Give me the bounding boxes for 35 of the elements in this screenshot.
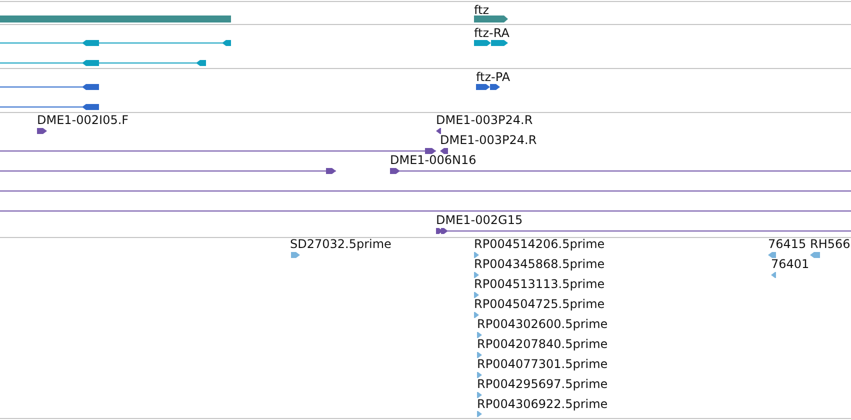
feature-label: DME1-002G15 [436,213,523,227]
feature-label: DME1-003P24.R [440,133,537,147]
feature-glyph[interactable] [436,228,851,234]
feature-label: RP004302600.5prime [477,317,608,331]
feature-glyph[interactable] [37,128,47,134]
feature-glyph[interactable] [0,168,336,174]
feature-label: RP004295697.5prime [477,377,608,391]
feature-label: RP004504725.5prime [474,297,605,311]
feature-label: RH566 [810,237,850,251]
feature-label: SD27032.5prime [290,237,392,251]
feature-label: RP004345868.5prime [474,257,605,271]
feature-label: 76415 [768,237,806,251]
feature-glyph[interactable] [0,60,206,66]
feature-glyph[interactable] [0,40,231,46]
feature-glyph[interactable] [474,40,508,46]
feature-glyph[interactable] [476,84,500,90]
feature-label: DME1-002I05.F [37,113,129,127]
feature-glyph[interactable] [0,104,99,110]
feature-label: RP004077301.5prime [477,357,608,371]
feature-label: RP004514206.5prime [474,237,605,251]
feature-label: RP004207840.5prime [477,337,608,351]
feature-glyph[interactable] [0,84,99,90]
feature-label: RP004306922.5prime [477,397,608,411]
feature-label: DME1-006N16 [390,153,476,167]
feature-glyph[interactable] [440,148,448,154]
feature-glyph[interactable] [474,16,508,22]
feature-label: ftz-RA [474,26,510,40]
feature-label: ftz-PA [476,70,510,84]
feature-glyph[interactable] [436,128,441,134]
feature-glyph[interactable] [390,168,851,174]
feature-label: 76401 [771,257,810,271]
feature-label: DME1-003P24.R [436,113,533,127]
feature-label: RP004513113.5prime [474,277,605,291]
feature-glyph[interactable] [0,148,436,154]
feature-label: ftz [474,3,490,17]
